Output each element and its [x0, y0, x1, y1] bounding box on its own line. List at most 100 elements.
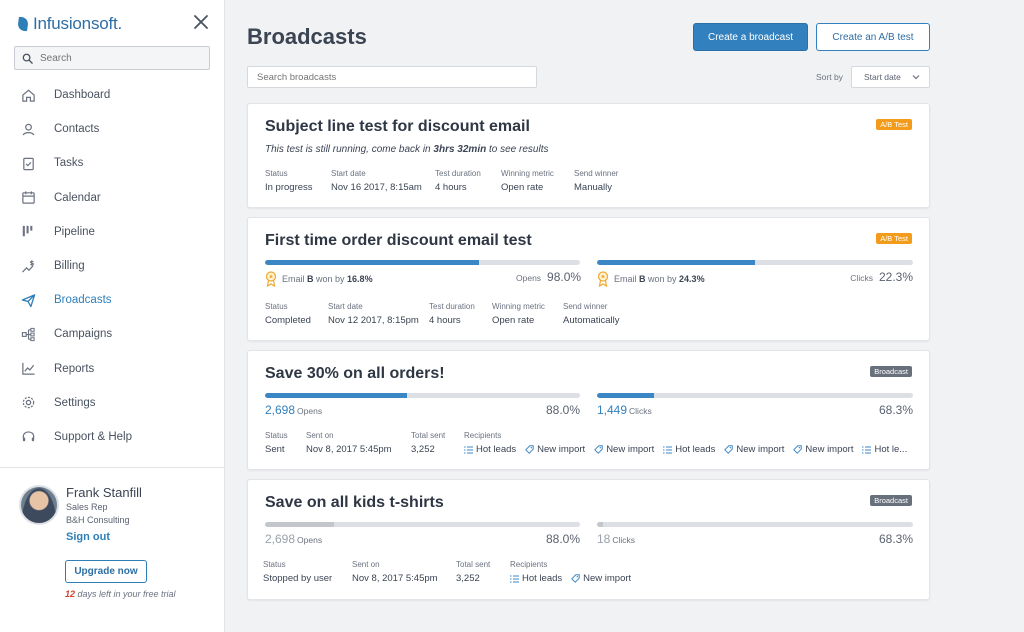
meta-sent-on: Sent on Nov 8, 2017 5:45pm: [306, 431, 392, 455]
recipient-tag-item[interactable]: New import: [793, 444, 853, 455]
clicks-progress-bar: [597, 393, 913, 398]
broadcast-card[interactable]: Save on all kids t-shirts Broadcast 2,69…: [247, 479, 930, 600]
sidebar-item-label: Support & Help: [54, 430, 132, 443]
opens-progress-bar: [265, 260, 580, 265]
clicks-label: Clicks: [629, 406, 652, 416]
recipient-list-item[interactable]: Hot leads: [464, 444, 516, 455]
card-title[interactable]: Subject line test for discount email: [265, 118, 530, 136]
broadcast-card[interactable]: Subject line test for discount email A/B…: [247, 103, 930, 208]
opens-percent: 88.0%: [545, 532, 580, 546]
recipient-label: New import: [736, 444, 785, 455]
clicks-label: Clicks: [850, 273, 873, 283]
sort-select-value: Start date: [864, 72, 901, 82]
person-icon: [22, 123, 35, 136]
sign-out-link[interactable]: Sign out: [66, 531, 110, 543]
winner-margin: 24.3%: [679, 274, 705, 284]
meta-value: 4 hours: [435, 182, 467, 193]
opens-winner-info: Email B won by 16.8%: [265, 271, 373, 287]
sidebar-item-billing[interactable]: Billing: [0, 249, 224, 283]
winner-prefix: Email: [282, 274, 308, 284]
meta-value: Nov 16 2017, 8:15am: [331, 182, 422, 193]
list-icon: [464, 445, 473, 454]
meta-label: Start date: [328, 302, 363, 311]
sidebar-item-calendar[interactable]: Calendar: [0, 181, 224, 215]
meta-label: Sent on: [352, 560, 380, 569]
avatar[interactable]: [19, 485, 59, 525]
opens-percent: 98.0%: [547, 270, 582, 284]
sidebar-item-settings[interactable]: Settings: [0, 386, 224, 420]
sidebar-search-input[interactable]: [40, 52, 200, 64]
broadcast-badge: Broadcast: [870, 366, 912, 377]
sidebar-item-campaigns[interactable]: Campaigns: [0, 317, 224, 351]
meta-test-duration: Test duration 4 hours: [429, 302, 475, 326]
card-title[interactable]: Save on all kids t-shirts: [265, 494, 444, 512]
card-title[interactable]: First time order discount email test: [265, 232, 532, 250]
sidebar-item-label: Broadcasts: [54, 294, 112, 307]
sidebar-item-support[interactable]: Support & Help: [0, 420, 224, 454]
user-profile: Frank Stanfill Sales Rep B&H Consulting …: [0, 467, 224, 632]
brand-logo[interactable]: Infusionsoft.: [17, 14, 122, 34]
broadcast-card[interactable]: Save 30% on all orders! Broadcast 2,698 O…: [247, 350, 930, 470]
tag-icon: [724, 445, 734, 454]
sidebar-item-contacts[interactable]: Contacts: [0, 112, 224, 146]
opens-progress-bar: [265, 522, 580, 527]
meta-value: Manually: [574, 182, 613, 193]
recipient-tag-item[interactable]: New import: [724, 444, 784, 455]
opens-progress-fill: [265, 522, 335, 527]
clicks-progress-bar: [597, 522, 913, 527]
recipient-list-item[interactable]: Hot leads: [663, 444, 715, 455]
recipient-tag-item[interactable]: New import: [571, 573, 631, 584]
meta-label: Test duration: [435, 169, 481, 178]
gear-icon: [22, 397, 35, 409]
meta-send-winner: Send winner Automatically: [563, 302, 620, 326]
recipient-label: New import: [606, 444, 655, 455]
clicks-count: 1,449 Clicks: [597, 403, 652, 417]
broadcast-search-input[interactable]: [247, 66, 537, 88]
recipient-label: New import: [583, 573, 632, 584]
opens-count-value: 2,698: [265, 403, 296, 417]
opens-progress-fill: [265, 393, 407, 398]
meta-value: Open rate: [492, 315, 535, 326]
ab-test-badge: A/B Test: [876, 233, 912, 244]
sort-select[interactable]: Start date: [851, 66, 930, 88]
sidebar-item-dashboard[interactable]: Dashboard: [0, 78, 224, 112]
recipient-label: Hot le...: [874, 444, 908, 455]
sidebar-item-tasks[interactable]: Tasks: [0, 146, 224, 180]
broadcast-card[interactable]: First time order discount email test A/B…: [247, 217, 930, 341]
clicks-percent: 68.3%: [878, 532, 913, 546]
meta-label: Send winner: [574, 169, 619, 178]
create-broadcast-button[interactable]: Create a broadcast: [693, 23, 808, 51]
meta-label: Sent on: [306, 431, 334, 440]
upgrade-button[interactable]: Upgrade now: [65, 560, 147, 583]
recipient-tag-item[interactable]: New import: [525, 444, 585, 455]
sidebar-nav: Dashboard Contacts Tasks Calendar Pipeli…: [0, 78, 224, 454]
sidebar-item-broadcasts[interactable]: Broadcasts: [0, 283, 224, 317]
pipeline-icon: [22, 226, 33, 237]
sidebar-item-reports[interactable]: Reports: [0, 352, 224, 386]
infusionsoft-leaf-icon: [17, 17, 29, 31]
create-ab-test-button[interactable]: Create an A/B test: [816, 23, 930, 51]
sidebar-search[interactable]: [14, 46, 210, 70]
opens-label: Opens: [297, 535, 323, 545]
user-name: Frank Stanfill: [66, 485, 142, 500]
sidebar-item-pipeline[interactable]: Pipeline: [0, 215, 224, 249]
clicks-winner-info: Email B won by 24.3%: [597, 271, 705, 287]
user-company: B&H Consulting: [66, 515, 130, 525]
trial-days: 12: [65, 589, 76, 599]
award-ribbon-icon: [597, 271, 609, 287]
meta-label: Recipients: [464, 431, 502, 440]
recipient-list-item[interactable]: Hot leads: [510, 573, 562, 584]
meta-value: Open rate: [501, 182, 544, 193]
card-title[interactable]: Save 30% on all orders!: [265, 365, 445, 383]
clicks-count-value: 1,449: [597, 403, 628, 417]
recipient-tag-item[interactable]: New import: [594, 444, 654, 455]
clicks-progress-fill: [597, 260, 755, 265]
meta-status: Status Stopped by user: [263, 560, 332, 584]
meta-winning-metric: Winning metric Open rate: [492, 302, 545, 326]
recipient-list-item[interactable]: Hot le...: [862, 444, 907, 455]
winner-text: Email B won by 24.3%: [614, 274, 705, 284]
meta-start-date: Start date Nov 12 2017, 8:15pm: [328, 302, 419, 326]
close-icon[interactable]: [192, 13, 210, 31]
recipient-label: New import: [805, 444, 854, 455]
winner-margin: 16.8%: [347, 274, 373, 284]
